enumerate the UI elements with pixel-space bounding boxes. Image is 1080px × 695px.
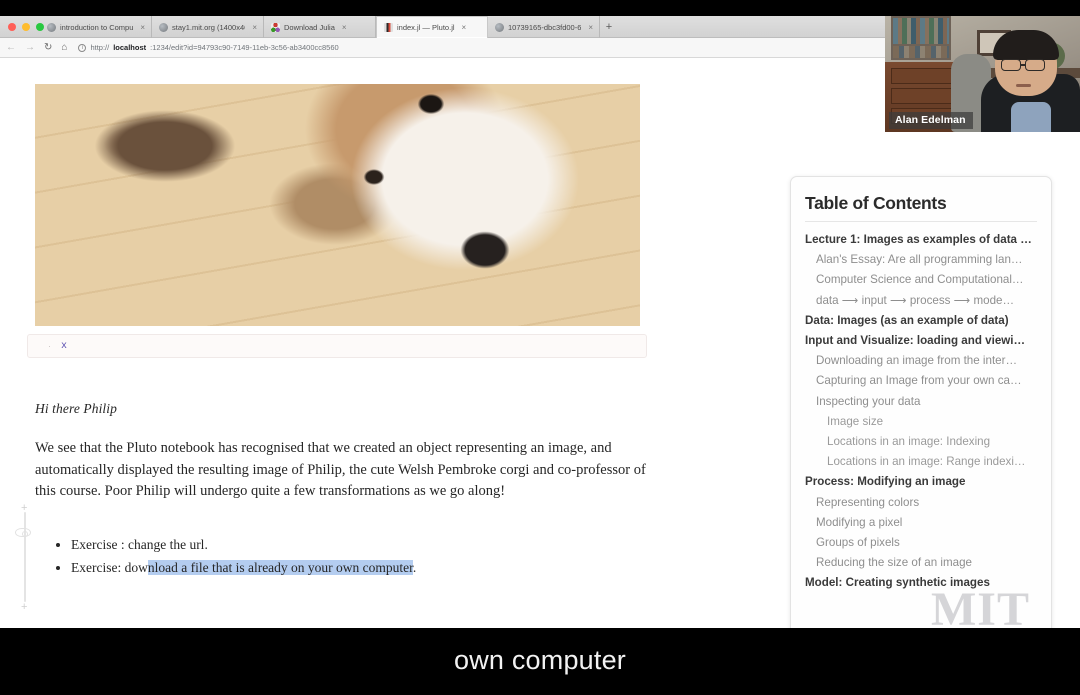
reload-icon[interactable]: ↻ — [44, 42, 52, 53]
glasses-left-lens — [1001, 59, 1021, 71]
exercise-text-tail: . — [412, 560, 417, 575]
person-mouth — [1016, 84, 1031, 87]
toc-item[interactable]: Image size — [805, 412, 1037, 432]
toc-item[interactable]: Groups of pixels — [805, 533, 1037, 553]
pluto-icon — [384, 23, 393, 32]
body-paragraph: We see that the Pluto notebook has recog… — [35, 440, 646, 499]
webcam-overlay[interactable]: Alan Edelman — [885, 16, 1080, 132]
corgi-photo — [35, 84, 640, 326]
glasses-right-lens — [1025, 59, 1045, 71]
books-row-top — [893, 18, 949, 44]
toc-item[interactable]: Modifying a pixel — [805, 513, 1037, 533]
new-tab-button[interactable]: + — [600, 16, 618, 38]
person-hair — [993, 30, 1059, 60]
toc-item[interactable]: Input and Visualize: loading and viewi… — [805, 331, 1037, 351]
section-heading: Capturing an Image from your own camera — [35, 624, 513, 628]
minimize-window-button[interactable] — [22, 23, 30, 31]
code-variable: x — [61, 340, 68, 352]
address-bar[interactable]: i http://localhost:1234/edit?id=94793c90… — [78, 43, 339, 52]
toc-item[interactable]: Computer Science and Computational… — [805, 270, 1037, 290]
browser-tab-4[interactable]: 10739165-dbc3fd00-6a39-1 × — [488, 16, 600, 38]
list-item: Exercise: download a file that is alread… — [71, 557, 635, 579]
exercise-list: Exercise : change the url. Exercise: dow… — [55, 534, 635, 580]
globe-icon — [159, 22, 168, 32]
julia-icon — [271, 22, 280, 32]
person-shirt — [1011, 102, 1051, 132]
cell-bar[interactable] — [24, 512, 26, 602]
close-icon[interactable]: × — [140, 23, 145, 32]
browser-tab-3-active[interactable]: index.jl — Pluto.jl × — [376, 16, 488, 38]
tab-title: index.jl — Pluto.jl — [397, 23, 455, 32]
forward-icon[interactable]: → — [25, 42, 35, 53]
close-icon[interactable]: × — [462, 23, 467, 32]
toc-item[interactable]: Representing colors — [805, 493, 1037, 513]
browser-tab-2[interactable]: Download Julia × — [264, 16, 376, 38]
browser-tabs[interactable]: introduction to Computation × stay1.mit.… — [40, 16, 618, 38]
exercise-text: Exercise: dow — [71, 560, 148, 575]
close-icon[interactable]: × — [342, 23, 347, 32]
window-traffic-lights[interactable] — [8, 23, 44, 31]
toc-item[interactable]: Process: Modifying an image — [805, 472, 1037, 492]
globe-icon — [47, 22, 56, 32]
toc-item[interactable]: Locations in an image: Range indexi… — [805, 452, 1037, 472]
url-path: :1234/edit?id=94793c90-7149-11eb-3c56-ab… — [150, 43, 339, 52]
url-scheme: http:// — [90, 43, 110, 52]
cell-gutter-controls[interactable]: + + — [10, 498, 40, 616]
home-icon[interactable]: ⌂ — [61, 42, 67, 53]
list-item: Exercise : change the url. — [71, 534, 635, 556]
toc-item[interactable]: Downloading an image from the inter… — [805, 351, 1037, 371]
glasses-bridge — [1021, 64, 1026, 66]
add-cell-below-icon[interactable]: + — [21, 602, 27, 613]
screen-recording-frame: introduction to Computation × stay1.mit.… — [0, 0, 1080, 695]
back-icon[interactable]: ← — [6, 42, 16, 53]
globe-icon — [495, 22, 504, 32]
toc-item[interactable]: Lecture 1: Images as examples of data … — [805, 230, 1037, 250]
toc-item[interactable]: Capturing an Image from your own ca… — [805, 371, 1037, 391]
close-icon[interactable]: × — [588, 23, 593, 32]
selected-text: nload a file that is already on your own… — [147, 560, 413, 575]
books-row-bottom — [893, 46, 949, 58]
toc-item[interactable]: Model: Creating synthetic images — [805, 573, 1037, 593]
cell-output-image — [35, 84, 640, 326]
browser-tab-0[interactable]: introduction to Computation × — [40, 16, 152, 38]
info-circle-icon[interactable]: i — [78, 43, 87, 52]
code-cell[interactable]: · x — [27, 334, 647, 358]
toc-divider — [805, 221, 1037, 222]
tab-title: stay1.mit.org (1400x460) — [172, 22, 245, 32]
toc-item[interactable]: Locations in an image: Indexing — [805, 432, 1037, 452]
video-caption: own computer — [454, 644, 626, 675]
toc-title: Table of Contents — [805, 193, 947, 213]
url-host: localhost — [113, 43, 147, 52]
participant-name-badge: Alan Edelman — [889, 112, 973, 129]
browser-tab-1[interactable]: stay1.mit.org (1400x460) × — [152, 16, 264, 38]
toc-item[interactable]: Reducing the size of an image — [805, 553, 1037, 573]
table-of-contents-panel[interactable]: Table of Contents Lecture 1: Images as e… — [790, 176, 1052, 628]
close-window-button[interactable] — [8, 23, 16, 31]
pluto-notebook: · x Hi there Philip We see that the Plut… — [0, 58, 700, 628]
toc-item[interactable]: data ⟶ input ⟶ process ⟶ mode… — [805, 291, 1037, 311]
cell-dash: · — [48, 341, 51, 351]
close-icon[interactable]: × — [252, 23, 257, 32]
greeting-text: Hi there Philip — [35, 401, 117, 416]
tab-title: 10739165-dbc3fd00-6a39-1 — [508, 22, 582, 32]
toc-item[interactable]: Inspecting your data — [805, 392, 1037, 412]
eye-icon[interactable] — [15, 528, 31, 537]
toc-item[interactable]: Alan's Essay: Are all programming lan… — [805, 250, 1037, 270]
exercise-text: Exercise : change the url. — [71, 537, 208, 552]
toc-item[interactable]: Data: Images (as an example of data) — [805, 311, 1037, 331]
tab-title: Download Julia — [284, 22, 335, 32]
page-viewport: · x Hi there Philip We see that the Plut… — [0, 58, 1080, 628]
tab-title: introduction to Computation — [60, 22, 134, 32]
